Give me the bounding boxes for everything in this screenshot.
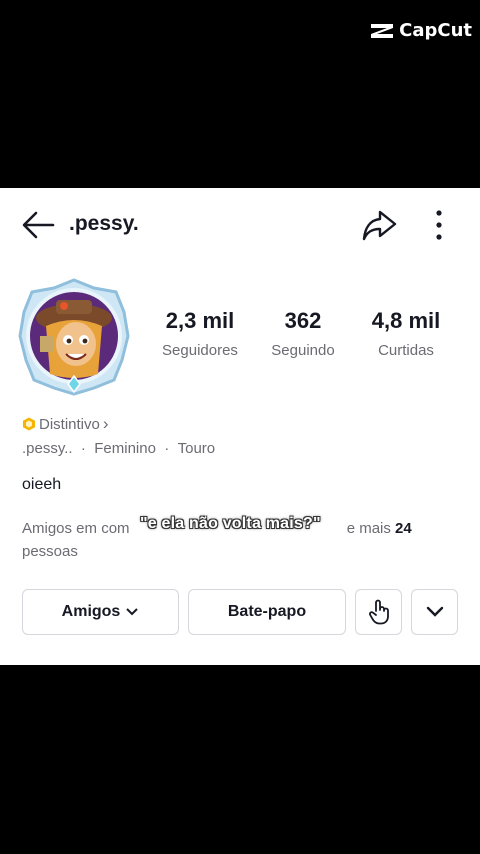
profile-card: .pessy. 2,3 mil Seguidores 362 Seguindo …: [0, 188, 480, 665]
capcut-watermark: CapCut: [369, 20, 472, 41]
watermark-label: CapCut: [399, 20, 472, 41]
avatar[interactable]: [18, 278, 130, 398]
profile-username: .pessy.: [69, 212, 139, 235]
bio: oieeh: [22, 476, 62, 493]
stat-following[interactable]: 362 Seguindo: [243, 308, 363, 359]
avatar-image: [18, 278, 130, 396]
profile-info: .pessy.. · Feminino · Touro: [22, 440, 215, 457]
chat-button-label: Bate-papo: [227, 603, 307, 620]
badge-label: Distintivo: [39, 415, 100, 433]
badge-link[interactable]: Distintivo ›: [22, 414, 109, 434]
chevron-down-icon: [426, 606, 443, 617]
following-label: Seguindo: [271, 342, 335, 359]
followers-label: Seguidores: [162, 342, 238, 359]
mutual-line2: pessoas: [22, 543, 78, 560]
hand-tap-icon: [368, 599, 389, 625]
stat-likes[interactable]: 4,8 mil Curtidas: [346, 308, 466, 359]
mutual-suffix: e mais: [342, 520, 396, 537]
friends-button-label: Amigos: [61, 603, 121, 620]
share-button[interactable]: [360, 206, 398, 244]
more-vertical-icon: [436, 210, 442, 240]
back-button[interactable]: [20, 208, 60, 242]
mutual-prefix: Amigos em com: [22, 520, 130, 537]
capcut-logo-icon: [371, 23, 394, 38]
likes-count: 4,8 mil: [371, 308, 441, 333]
mutual-count: 24: [395, 520, 412, 537]
separator: ·: [155, 440, 178, 457]
display-name: .pessy..: [22, 440, 73, 457]
arrow-left-icon: [22, 211, 55, 239]
expand-button[interactable]: [411, 589, 458, 635]
followers-count: 2,3 mil: [165, 308, 235, 333]
top-bar: .pessy.: [0, 188, 480, 260]
chevron-right-icon: ›: [102, 414, 109, 433]
chat-button[interactable]: Bate-papo: [188, 589, 346, 635]
zodiac-sign: Touro: [177, 440, 216, 457]
likes-label: Curtidas: [378, 342, 434, 359]
stat-followers[interactable]: 2,3 mil Seguidores: [140, 308, 260, 359]
following-count: 362: [284, 308, 322, 333]
more-options-button[interactable]: [428, 206, 450, 244]
chevron-down-icon: [126, 608, 139, 616]
gender: Feminino: [94, 440, 156, 457]
share-arrow-icon: [362, 210, 397, 241]
separator: ·: [72, 440, 95, 457]
video-caption-overlay: "e ela não volta mais?": [140, 515, 321, 532]
friends-button[interactable]: Amigos: [22, 589, 179, 635]
hexagon-badge-icon: [23, 417, 35, 431]
poke-button[interactable]: [355, 589, 402, 635]
